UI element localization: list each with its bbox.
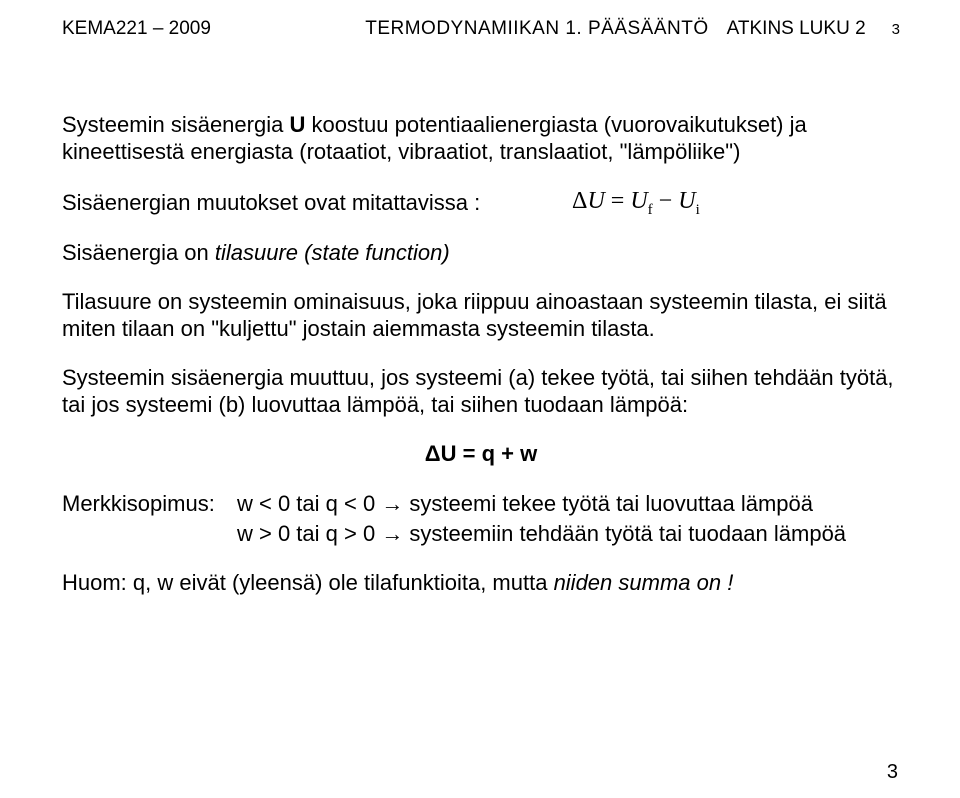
equation-text: ΔU = q + w — [425, 441, 537, 466]
minus: − — [653, 188, 679, 214]
text: Sisäenergia on — [62, 240, 215, 265]
symbol-Ui: U — [678, 188, 695, 214]
paragraph-intro: Systeemin sisäenergia U koostuu potentia… — [62, 112, 900, 166]
delta-symbol: Δ — [572, 188, 587, 214]
sign-convention: Merkkisopimus: w < 0 tai q < 0 → systeem… — [62, 489, 900, 551]
formula-deltaU: ΔU = Uf − Ui — [572, 188, 700, 219]
text: systeemiin tehdään työtä tai tuodaan läm… — [403, 521, 846, 546]
italic-statefunction: tilasuure (state function) — [215, 240, 450, 265]
equals: = — [605, 188, 631, 214]
document-page: KEMA221 – 2009 TERMODYNAMIIKAN 1. PÄÄSÄÄ… — [0, 0, 960, 629]
doc-title-center: TERMODYNAMIIKAN 1. PÄÄSÄÄNTÖ — [365, 18, 708, 40]
arrow-icon: → — [381, 491, 403, 516]
indent — [62, 519, 237, 550]
doc-title-right: ATKINS LUKU 2 — [727, 18, 866, 40]
text: Systeemin sisäenergia — [62, 112, 289, 137]
label-measurable: Sisäenergian muutokset ovat mitattavissa… — [62, 190, 572, 216]
row-measurable: Sisäenergian muutokset ovat mitattavissa… — [62, 188, 900, 219]
symbol-Uf: U — [630, 188, 647, 214]
equation-first-law: ΔU = q + w — [62, 441, 900, 467]
text: systeemi tekee työtä tai luovuttaa lämpö… — [403, 491, 813, 516]
paragraph-change: Systeemin sisäenergia muuttuu, jos syste… — [62, 365, 900, 419]
text: Huom: q, w eivät (yleensä) ole tilafunkt… — [62, 570, 554, 595]
text: w > 0 tai q > 0 — [237, 521, 381, 546]
arrow-icon: → — [381, 521, 403, 546]
paragraph-statefunction: Sisäenergia on tilasuure (state function… — [62, 240, 900, 267]
page-header: KEMA221 – 2009 TERMODYNAMIIKAN 1. PÄÄSÄÄ… — [62, 18, 900, 40]
subscript-i: i — [696, 201, 700, 217]
page-number-bottom: 3 — [887, 761, 898, 784]
page-number-top: 3 — [892, 21, 900, 38]
italic-note: niiden summa on ! — [554, 570, 734, 595]
text: w < 0 tai q < 0 — [237, 491, 381, 516]
course-code: KEMA221 – 2009 — [62, 18, 211, 40]
paragraph-tilasuure: Tilasuure on systeemin ominaisuus, joka … — [62, 289, 900, 343]
label-signconv: Merkkisopimus: — [62, 489, 237, 520]
paragraph-note: Huom: q, w eivät (yleensä) ole tilafunkt… — [62, 570, 900, 597]
conv-row2: w > 0 tai q > 0 → systeemiin tehdään työ… — [237, 519, 846, 550]
symbol-U: U — [587, 188, 604, 214]
symbol-U: U — [289, 112, 305, 137]
conv-row1: w < 0 tai q < 0 → systeemi tekee työtä t… — [237, 489, 813, 520]
